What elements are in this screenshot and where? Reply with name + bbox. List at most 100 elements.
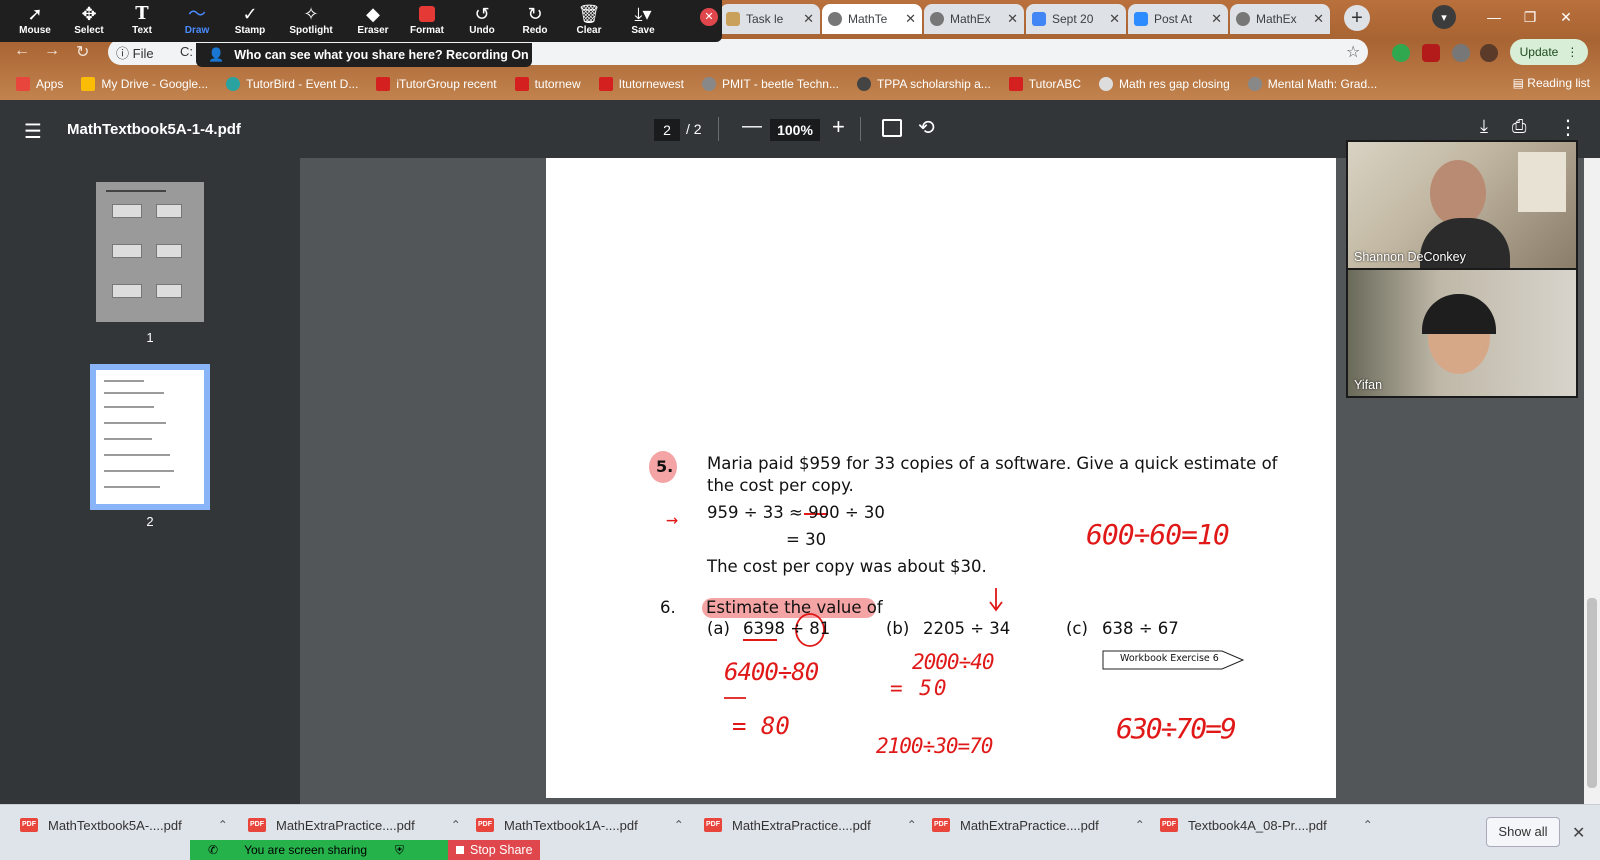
- download-item[interactable]: PDF MathTextbook5A-....pdf ⌃: [20, 805, 228, 845]
- bookmark-math-res[interactable]: Math res gap closing: [1099, 77, 1230, 91]
- tab-mathextra-2[interactable]: MathEx ✕: [1230, 4, 1330, 34]
- close-icon[interactable]: ✕: [1313, 11, 1324, 27]
- video-tile-shannon[interactable]: Shannon DeConkey: [1348, 142, 1576, 268]
- chevron-up-icon[interactable]: ⌃: [218, 818, 228, 832]
- tool-label: Spotlight: [289, 25, 333, 36]
- bookmark-tutorbird[interactable]: TutorBird - Event D...: [226, 77, 358, 91]
- download-item[interactable]: PDF MathExtraPractice....pdf ⌃: [704, 805, 917, 845]
- show-all-button[interactable]: Show all: [1486, 817, 1560, 847]
- page-number-input[interactable]: 2: [654, 119, 680, 141]
- chevron-up-icon[interactable]: ⌃: [674, 818, 684, 832]
- tab-search-icon[interactable]: ▾: [1432, 5, 1456, 29]
- tab-sept[interactable]: Sept 20 ✕: [1026, 4, 1126, 34]
- close-icon[interactable]: ✕: [1572, 823, 1585, 843]
- bookmark-mental-math[interactable]: Mental Math: Grad...: [1247, 77, 1377, 91]
- more-options-icon[interactable]: ⋮: [1558, 115, 1578, 140]
- wall-poster: [1518, 152, 1566, 212]
- itutor-icon: [514, 77, 529, 91]
- participant-hair: [1422, 294, 1496, 334]
- reading-list[interactable]: ▤ Reading list: [1513, 76, 1590, 90]
- tool-draw[interactable]: 〜 Draw: [170, 3, 224, 41]
- extensions-puzzle-icon[interactable]: [1452, 44, 1470, 62]
- tool-label: Format: [410, 25, 444, 36]
- close-icon[interactable]: ✕: [1109, 11, 1120, 27]
- tool-text[interactable]: T Text: [115, 3, 169, 41]
- handwritten-a-line1: 6400÷80: [724, 658, 819, 686]
- close-icon[interactable]: ✕: [905, 11, 916, 27]
- screen-sharing-indicator[interactable]: ✆ You are screen sharing ⛨: [190, 840, 448, 860]
- reload-icon[interactable]: ↻: [76, 42, 89, 62]
- info-icon[interactable]: ⓘ File: [116, 43, 154, 62]
- download-item[interactable]: PDF MathExtraPractice....pdf ⌃: [248, 805, 461, 845]
- zoom-out-icon[interactable]: —: [742, 115, 762, 138]
- video-tile-yifan[interactable]: Yifan: [1348, 270, 1576, 396]
- thumbnail-page-1[interactable]: [96, 182, 204, 322]
- close-annotation-icon[interactable]: ✕: [700, 8, 718, 26]
- tool-select[interactable]: ✥ Select: [62, 3, 116, 41]
- tool-eraser[interactable]: ◆ Eraser: [346, 3, 400, 41]
- close-icon[interactable]: ✕: [1007, 11, 1018, 27]
- share-banner[interactable]: 👤 Who can see what you share here? Record…: [196, 43, 532, 67]
- tab-mathextra-1[interactable]: MathEx ✕: [924, 4, 1024, 34]
- stop-share-button[interactable]: Stop Share: [448, 840, 540, 860]
- bookmark-tutornew[interactable]: tutornew: [514, 77, 581, 91]
- forward-icon[interactable]: →: [44, 42, 60, 60]
- chevron-up-icon[interactable]: ⌃: [1135, 818, 1145, 832]
- zoom-in-icon[interactable]: +: [832, 114, 845, 140]
- tab-task[interactable]: Task le ✕: [720, 4, 820, 34]
- chevron-up-icon[interactable]: ⌃: [451, 818, 461, 832]
- profile-avatar[interactable]: [1480, 44, 1498, 62]
- zoom-icon: [1134, 12, 1148, 26]
- thumbnail-page-2[interactable]: [90, 364, 210, 510]
- fit-page-icon[interactable]: [882, 119, 902, 137]
- download-item[interactable]: PDF MathTextbook1A-....pdf ⌃: [476, 805, 684, 845]
- download-filename: MathTextbook1A-....pdf: [504, 817, 638, 833]
- tool-undo[interactable]: ↺ Undo: [455, 3, 509, 41]
- update-button[interactable]: Update ⋮: [1510, 39, 1588, 65]
- tool-stamp[interactable]: ✓ Stamp: [223, 3, 277, 41]
- print-icon[interactable]: ⎙: [1512, 116, 1526, 137]
- tool-save[interactable]: ⤓▾ Save: [616, 3, 670, 41]
- bookmark-tppa[interactable]: TPPA scholarship a...: [856, 77, 991, 91]
- tool-clear[interactable]: 🗑 Clear: [562, 3, 616, 41]
- bookmark-itutorgroup[interactable]: iTutorGroup recent: [376, 77, 497, 91]
- chevron-up-icon[interactable]: ⌃: [1363, 818, 1373, 832]
- bookmark-apps[interactable]: Apps: [16, 77, 63, 91]
- address-text: C:: [180, 44, 193, 59]
- bookmark-star-icon[interactable]: ☆: [1346, 42, 1360, 62]
- tool-redo[interactable]: ↻ Redo: [508, 3, 562, 41]
- new-tab-button[interactable]: +: [1344, 5, 1370, 31]
- back-icon[interactable]: ←: [14, 42, 30, 60]
- bookmark-pmit[interactable]: PMIT - beetle Techn...: [702, 77, 839, 91]
- scrollbar[interactable]: [1584, 158, 1600, 804]
- extension-icon[interactable]: [1392, 44, 1410, 62]
- tab-mathtextbook[interactable]: MathTe ✕: [822, 4, 922, 34]
- close-icon[interactable]: ✕: [1211, 11, 1222, 27]
- rotate-icon[interactable]: ⟲: [918, 115, 935, 140]
- bookmark-my-drive[interactable]: My Drive - Google...: [81, 77, 208, 91]
- chevron-up-icon[interactable]: ⌃: [907, 818, 917, 832]
- bookmark-tutorabc[interactable]: TutorABC: [1008, 77, 1081, 91]
- download-icon[interactable]: ⤓: [1480, 116, 1488, 137]
- zoom-input[interactable]: 100%: [770, 119, 820, 141]
- tool-format[interactable]: Format: [400, 3, 454, 41]
- tool-mouse[interactable]: ➚ Mouse: [8, 3, 62, 41]
- menu-dots-icon: ⋮: [1566, 45, 1579, 59]
- ublock-icon[interactable]: [1422, 44, 1440, 62]
- tppa-icon: [856, 77, 871, 91]
- thumb-line: [104, 422, 166, 424]
- bookmark-itutornewest[interactable]: Itutornewest: [598, 77, 684, 91]
- tool-spotlight[interactable]: ✧ Spotlight: [284, 3, 338, 41]
- question-6c-expression: 638 ÷ 67: [1102, 619, 1179, 638]
- download-filename: Textbook4A_08-Pr....pdf: [1188, 817, 1327, 833]
- download-item[interactable]: PDF Textbook4A_08-Pr....pdf ⌃: [1160, 805, 1373, 845]
- close-icon[interactable]: ✕: [803, 11, 814, 27]
- scroll-thumb[interactable]: [1587, 598, 1597, 788]
- menu-icon[interactable]: ☰: [24, 119, 42, 144]
- close-window-icon[interactable]: ✕: [1548, 4, 1584, 30]
- tab-post[interactable]: Post At ✕: [1128, 4, 1228, 34]
- question-6b-expression: 2205 ÷ 34: [923, 619, 1011, 638]
- minimize-icon[interactable]: —: [1476, 4, 1512, 30]
- download-item[interactable]: PDF MathExtraPractice....pdf ⌃: [932, 805, 1145, 845]
- restore-icon[interactable]: ❐: [1512, 4, 1548, 30]
